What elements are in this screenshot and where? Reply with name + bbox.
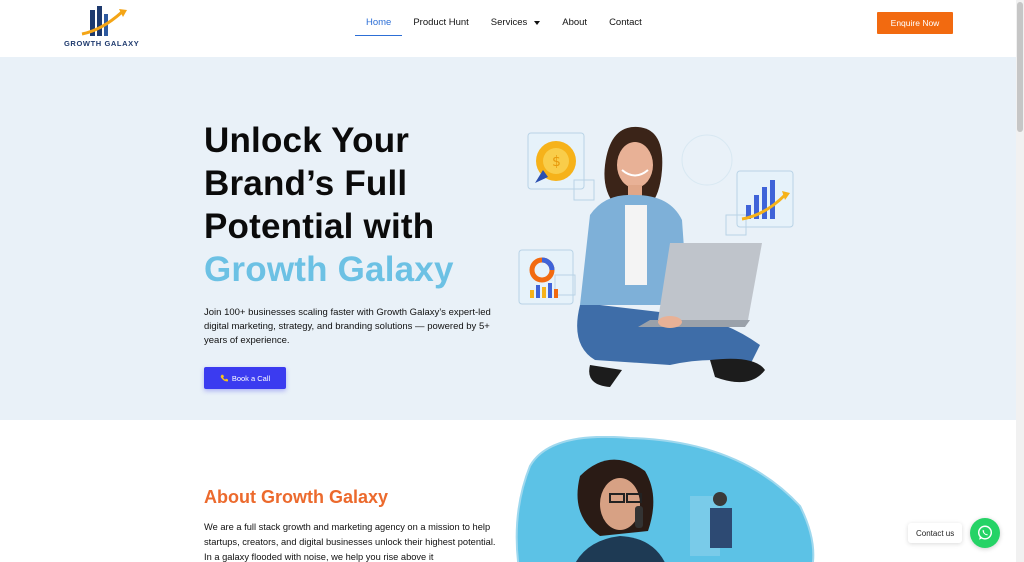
caret-down-icon [534, 21, 541, 25]
scrollbar-thumb[interactable] [1017, 2, 1023, 132]
about-title: About Growth Galaxy [204, 487, 389, 507]
nav-item-home[interactable]: Home [355, 0, 403, 46]
decor-circle [681, 134, 733, 186]
woman-with-laptop-image [577, 126, 765, 387]
about-text: We are a full stack growth and marketing… [204, 522, 496, 562]
growth-chart-card-icon [725, 170, 794, 236]
nav-item-about[interactable]: About [551, 0, 598, 46]
logo-mark-icon [81, 6, 127, 36]
nav-item-label: Product Hunt [413, 17, 469, 28]
hero-title-line: Potential with [204, 207, 435, 246]
coin-card-icon: $ [527, 132, 595, 201]
hero-title-line: Unlock Your [204, 121, 410, 160]
hero-title-line: Brand’s Full [204, 164, 408, 203]
nav-item-label: Home [366, 17, 392, 28]
nav-item-label: Contact [609, 17, 642, 28]
contact-us-label[interactable]: Contact us [908, 523, 963, 543]
logo-text: GROWTH GALAXY [64, 39, 140, 48]
book-a-call-button[interactable]: Book a Call [204, 367, 286, 389]
page-scrollbar[interactable] [1016, 0, 1024, 562]
donut-chart-card-icon [518, 249, 576, 305]
about-image [515, 436, 815, 562]
nav-item-product-hunt[interactable]: Product Hunt [402, 0, 479, 46]
page: GROWTH GALAXY Home Product Hunt Services… [0, 0, 1024, 562]
phone-icon [220, 374, 228, 382]
nav-item-label: Services [490, 17, 528, 28]
hero-title-accent: Growth Galaxy [204, 250, 454, 289]
book-a-call-label: Book a Call [231, 373, 271, 383]
hero-illustration: $ [518, 126, 794, 387]
nav-item-services[interactable]: Services [480, 0, 551, 46]
nav-item-contact[interactable]: Contact [598, 0, 653, 46]
growth-galaxy-logo[interactable]: GROWTH GALAXY [62, 4, 142, 48]
hero-description: Join 100+ businesses scaling faster with… [204, 307, 491, 346]
whatsapp-icon [977, 525, 993, 540]
about-section: About Growth Galaxy We are a full stack … [0, 420, 1016, 562]
main-nav: Home Product Hunt Services About Contact [355, 0, 653, 46]
hero-title: Unlock Your Brand’s Full Potential with … [204, 119, 504, 291]
enquire-now-button[interactable]: Enquire Now [877, 12, 953, 34]
whatsapp-button[interactable] [970, 518, 1000, 548]
site-header: GROWTH GALAXY Home Product Hunt Services… [0, 0, 1016, 57]
svg-text:$: $ [552, 154, 561, 170]
hero-section: Unlock Your Brand’s Full Potential with … [0, 57, 1016, 420]
nav-item-label: About [562, 17, 588, 28]
